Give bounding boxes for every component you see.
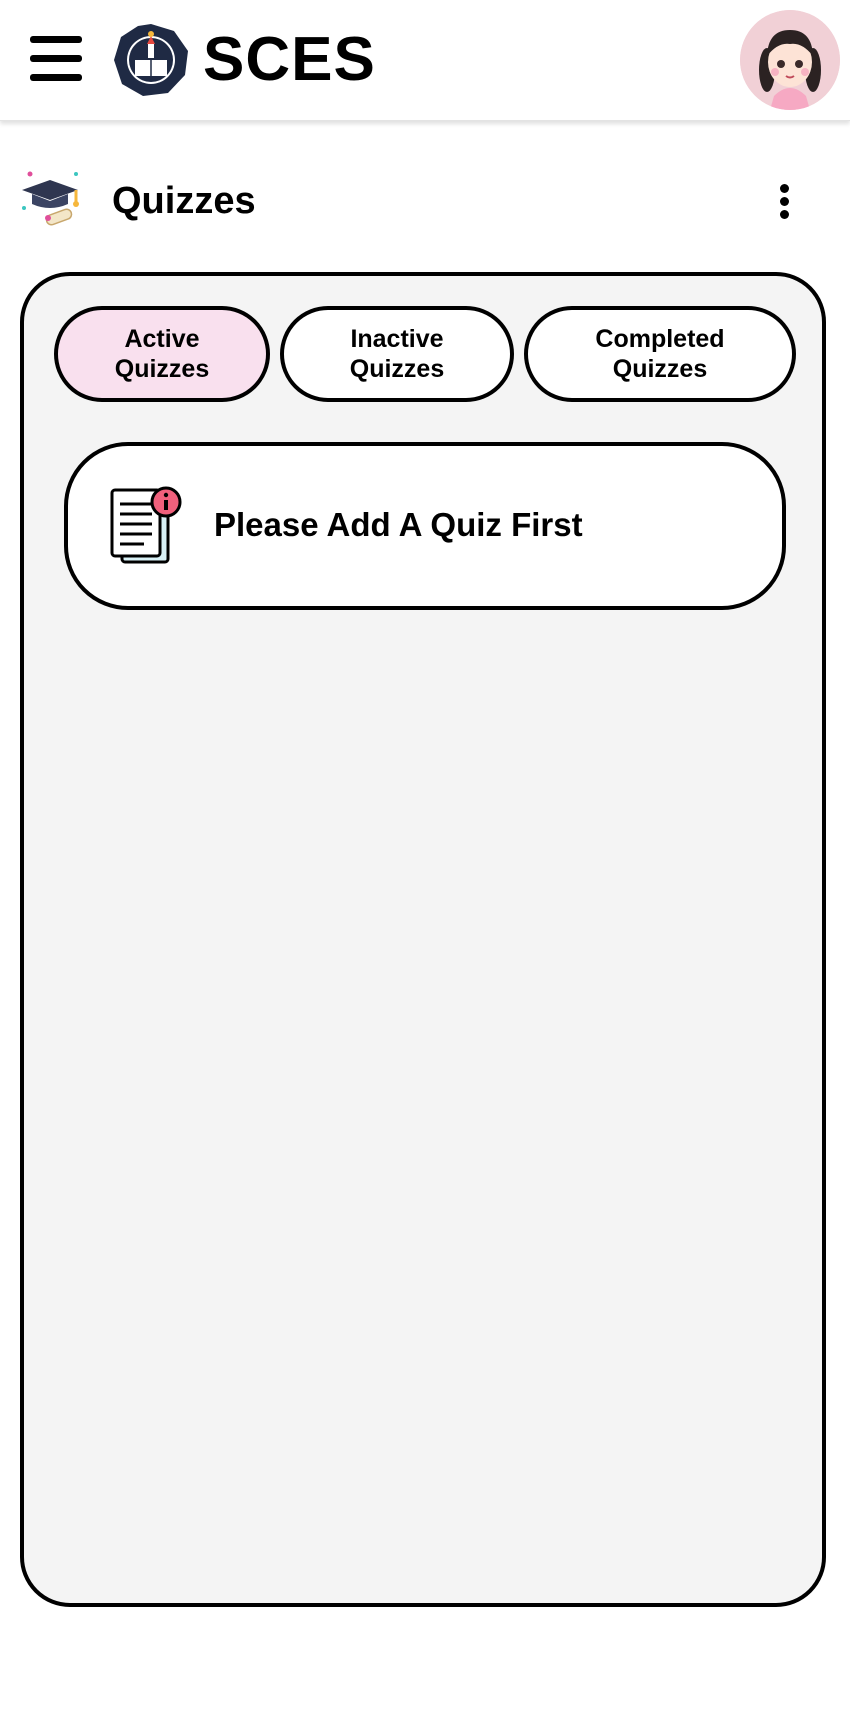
top-app-bar: SCES: [0, 0, 850, 121]
tab-label: Completed Quizzes: [595, 325, 725, 383]
school-seal-logo: [112, 22, 190, 98]
page-title: Quizzes: [112, 180, 256, 222]
tab-label: Active Quizzes: [114, 325, 210, 383]
girl-avatar-icon[interactable]: [740, 10, 840, 110]
tab-active-quizzes[interactable]: Active Quizzes: [54, 306, 270, 402]
hamburger-menu-icon[interactable]: [30, 36, 82, 82]
graduation-cap-diploma-icon: [18, 168, 84, 234]
more-vertical-icon[interactable]: [770, 184, 800, 220]
app-title: SCES: [203, 25, 376, 94]
tab-inactive-quizzes[interactable]: Inactive Quizzes: [280, 306, 514, 402]
document-info-icon: [108, 486, 184, 568]
tab-completed-quizzes[interactable]: Completed Quizzes: [524, 306, 796, 402]
empty-state-message: Please Add A Quiz First: [214, 506, 583, 543]
empty-state-card: Please Add A Quiz First: [64, 442, 786, 610]
tab-label: Inactive Quizzes: [349, 325, 445, 383]
